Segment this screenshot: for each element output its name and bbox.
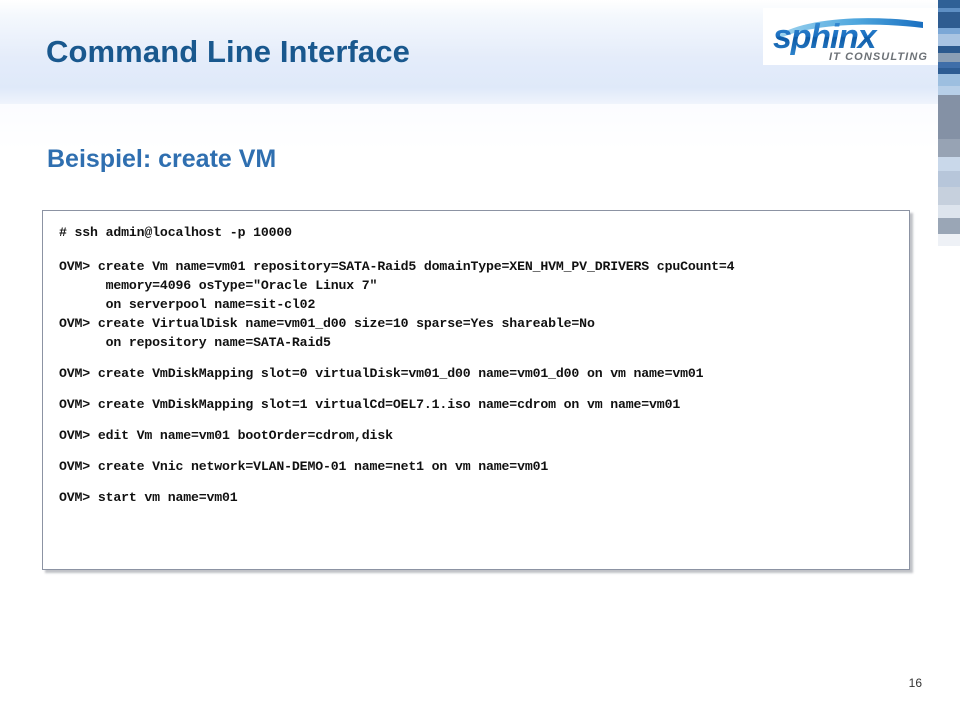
- code-block: # ssh admin@localhost -p 10000 OVM> creat…: [42, 210, 910, 570]
- code-line: OVM> edit Vm name=vm01 bootOrder=cdrom,d…: [59, 428, 393, 443]
- sphinx-logo: sphinx IT CONSULTING: [763, 8, 938, 65]
- code-line-spacer: [59, 352, 899, 364]
- logo-tagline: IT CONSULTING: [829, 51, 928, 63]
- code-line-spacer: [59, 414, 899, 426]
- edge-stripe: [938, 95, 960, 139]
- edge-stripe: [938, 205, 960, 218]
- header-fade: [0, 104, 960, 150]
- page-number: 16: [908, 676, 922, 690]
- code-line: OVM> create VmDiskMapping slot=0 virtual…: [59, 366, 704, 381]
- edge-stripe: [938, 12, 960, 28]
- code-line: OVM> create VirtualDisk name=vm01_d00 si…: [59, 316, 595, 331]
- code-line: # ssh admin@localhost -p 10000: [59, 225, 292, 240]
- code-line: on serverpool name=sit-cl02: [59, 297, 316, 312]
- logo-svg: sphinx IT CONSULTING: [773, 18, 928, 63]
- code-line-spacer: [59, 476, 899, 488]
- edge-stripe: [938, 34, 960, 46]
- edge-stripe: [938, 139, 960, 157]
- slide: Command Line Interface sphinx IT CONSULT…: [0, 0, 960, 704]
- slide-subtitle: Beispiel: create VM: [47, 145, 277, 173]
- edge-stripe: [938, 218, 960, 234]
- code-line: OVM> create Vnic network=VLAN-DEMO-01 na…: [59, 459, 549, 474]
- edge-stripe: [938, 0, 960, 8]
- edge-stripe: [938, 157, 960, 171]
- code-line: OVM> create VmDiskMapping slot=1 virtual…: [59, 397, 681, 412]
- code-line-spacer: [59, 383, 899, 395]
- edge-stripe: [938, 234, 960, 246]
- edge-stripe: [938, 171, 960, 187]
- code-line: OVM> start vm name=vm01: [59, 490, 238, 505]
- code-block-content: # ssh admin@localhost -p 10000 OVM> creat…: [43, 223, 909, 507]
- code-line: on repository name=SATA-Raid5: [59, 335, 331, 350]
- edge-stripe: [938, 187, 960, 205]
- edge-stripe: [938, 86, 960, 95]
- edge-stripe: [938, 74, 960, 86]
- code-line: memory=4096 osType="Oracle Linux 7": [59, 278, 378, 293]
- code-line-spacer: [59, 445, 899, 457]
- edge-stripe: [938, 46, 960, 53]
- page-title: Command Line Interface: [46, 34, 410, 69]
- edge-stripe-decoration: [938, 0, 960, 246]
- edge-stripe: [938, 53, 960, 62]
- code-line: OVM> create Vm name=vm01 repository=SATA…: [59, 259, 735, 274]
- code-line-spacer: [59, 242, 899, 257]
